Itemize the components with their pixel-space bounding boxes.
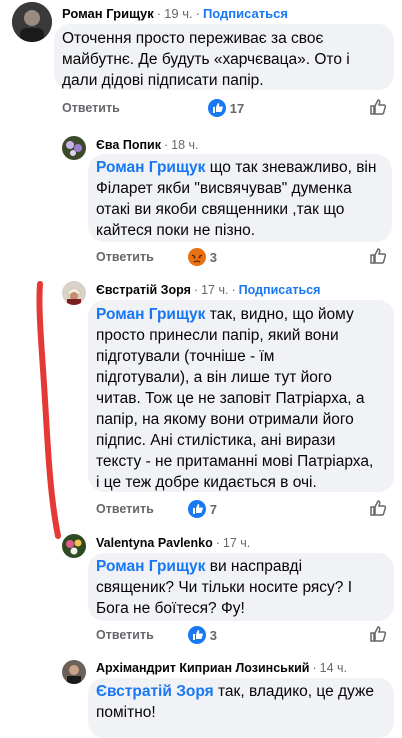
red-marker-stroke	[36, 281, 61, 539]
comment-text: так, владико, це дуже	[213, 683, 374, 700]
comment-time: 18 ч.	[171, 138, 199, 152]
comment-bubble: Роман Грищук так, видно, що йому просто …	[88, 300, 394, 492]
comment-line: майбутнє. Де будуть «харчєваца». Ото і	[62, 51, 350, 68]
mention-link[interactable]: Роман Грищук	[96, 159, 205, 176]
comment-bubble: Оточення просто переживає за своє майбут…	[54, 24, 394, 90]
comment-line: просто принесли папір, який вони	[96, 327, 339, 344]
comment-author[interactable]: Архімандрит Киприан Лозинський	[96, 661, 309, 675]
comment-time: 14 ч.	[319, 661, 348, 675]
comment-author[interactable]: Євстратій Зоря	[96, 283, 191, 297]
comment-line: тексту - не притаманні мові Патріарха,	[96, 453, 374, 470]
bishop-photo-icon	[62, 281, 86, 305]
comment-line: підготували (точніше - їм	[96, 348, 275, 365]
like-reaction-icon	[187, 626, 206, 644]
reaction-count: 17	[229, 100, 245, 116]
thumbs-up-icon[interactable]	[369, 625, 387, 643]
comment-line: кайтеся поки не пізно.	[96, 222, 256, 239]
flowers-photo-icon	[62, 534, 86, 558]
avatar[interactable]	[12, 2, 52, 42]
comment-text: що так зневажливо, він	[205, 159, 377, 176]
person-photo-icon	[12, 2, 52, 42]
comment-bubble: Євстратій Зоря так, владико, це дуже пом…	[88, 678, 394, 738]
comment-time: 17 ч.	[201, 283, 229, 297]
comment-line: Філарет якби "висвячував" думенка	[96, 180, 352, 197]
comment-text: ви насправді	[205, 558, 303, 575]
reply-button[interactable]: Ответить	[62, 101, 120, 115]
comment-author[interactable]: Єва Попик	[96, 138, 161, 152]
comment-line: священик? Чи тільки носите рясу? І	[96, 579, 353, 596]
follow-button[interactable]: Подписаться	[239, 283, 321, 297]
thumbs-up-icon[interactable]	[369, 98, 387, 116]
follow-button[interactable]: Подписаться	[203, 6, 288, 21]
comment-author[interactable]: Роман Грищук	[62, 6, 154, 21]
comment-line: папір, на якому вони отримали його	[96, 411, 354, 428]
comment-line: дали дідові підписати папір.	[62, 72, 264, 89]
mention-link[interactable]: Євстратій Зоря	[96, 683, 214, 700]
comment-author[interactable]: Valentyna Pavlenko	[96, 536, 213, 550]
reaction-count: 3	[209, 249, 217, 265]
monk-photo-icon	[62, 660, 86, 684]
comment-line: і це теж добре кидається в очі.	[96, 474, 317, 491]
reply-button[interactable]: Ответить	[96, 250, 154, 264]
avatar[interactable]	[62, 136, 86, 160]
angry-reaction-icon	[187, 248, 206, 266]
mention-link[interactable]: Роман Грищук	[96, 558, 205, 575]
avatar[interactable]	[62, 534, 86, 558]
comment-bubble: Роман Грищук що так зневажливо, він Філа…	[88, 154, 392, 242]
reaction-count: 7	[209, 501, 217, 517]
comment-line: читав. Тож це не заповіт Патріарха, а	[96, 390, 365, 407]
comment-line: Бога не боїтеся? Фу!	[96, 600, 245, 617]
like-reaction-icon	[187, 500, 206, 518]
flowers-photo-icon	[62, 136, 86, 160]
reply-button[interactable]: Ответить	[96, 502, 154, 516]
comment-time: 19 ч.	[164, 6, 193, 21]
thumbs-up-icon[interactable]	[369, 247, 387, 265]
reaction-count: 3	[209, 627, 217, 643]
reply-button[interactable]: Ответить	[96, 628, 154, 642]
thumbs-up-icon[interactable]	[369, 499, 387, 517]
avatar[interactable]	[62, 660, 86, 684]
comment-line: Оточення просто переживає за своє	[62, 30, 324, 47]
comment-bubble: Роман Грищук ви насправді священик? Чи т…	[88, 553, 394, 621]
avatar[interactable]	[62, 281, 86, 305]
comment-line: підготували), а він лише тут його	[96, 369, 332, 386]
like-reaction-icon	[207, 99, 226, 117]
comment-text: так, видно, що йому	[205, 306, 354, 323]
comment-line: підпис. Ані стилістика, ані вирази	[96, 432, 336, 449]
comment-time: 17 ч.	[222, 536, 251, 550]
comment-line: отакі ви якоби священники ,так що	[96, 201, 345, 218]
mention-link[interactable]: Роман Грищук	[96, 306, 205, 323]
